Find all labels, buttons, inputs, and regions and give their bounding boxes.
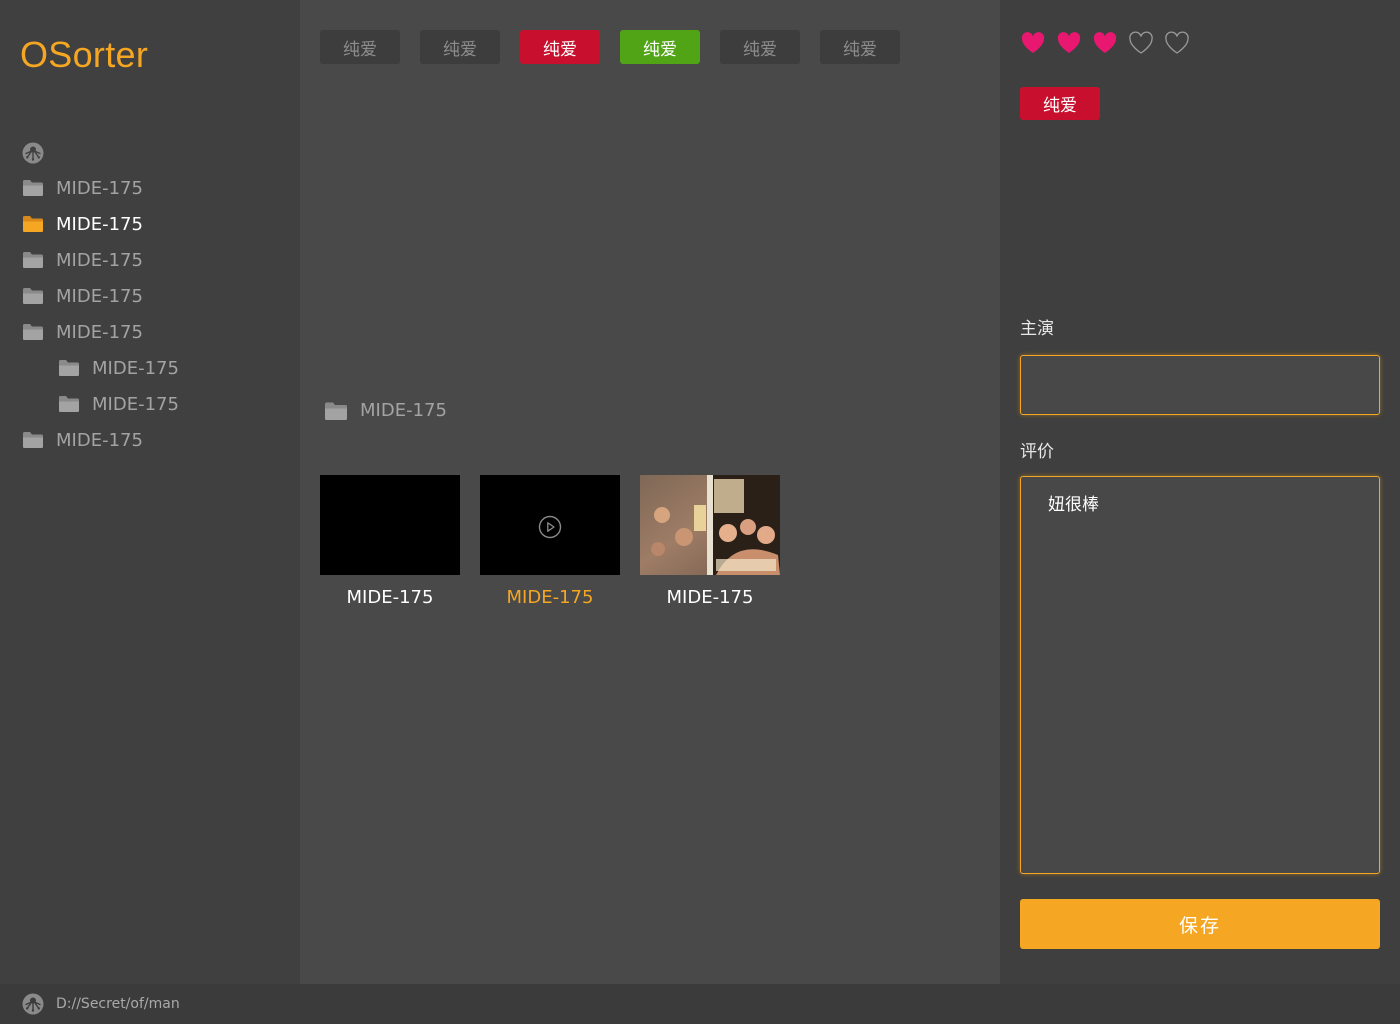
sidebar-folder-item[interactable]: MIDE-175 [0,386,300,422]
tag-filter-bar: 纯爱 纯爱 纯爱 纯爱 纯爱 纯爱 [320,30,900,64]
video-grid: MIDE-175 MIDE-175 MIDE-175 [320,475,780,608]
status-bar: D://Secret/of/man [0,984,1400,1024]
video-title: MIDE-175 [666,587,754,608]
play-icon [538,515,562,539]
sidebar-folder-item[interactable]: MIDE-175 [0,278,300,314]
sidebar: OSorter MIDE-175 MIDE-175 MIDE-175 MIDE-175… [0,0,300,984]
heart-outline-icon[interactable] [1164,31,1190,55]
folder-icon [59,360,79,376]
actor-input[interactable] [1020,355,1380,415]
tag-chip[interactable]: 纯爱 [720,30,800,64]
folder-icon [23,432,43,448]
rating-hearts[interactable] [1020,31,1190,55]
actor-label: 主演 [1020,319,1054,339]
sidebar-folder-label: MIDE-175 [56,321,143,343]
tag-chip[interactable]: 纯爱 [320,30,400,64]
tag-chip[interactable]: 纯爱 [520,30,600,64]
video-title: MIDE-175 [346,587,434,608]
sidebar-folder-item[interactable]: MIDE-175 [0,170,300,206]
sidebar-folder-item[interactable]: MIDE-175 [0,422,300,458]
sidebar-folder-item[interactable]: MIDE-175 [0,314,300,350]
folder-tree: MIDE-175 MIDE-175 MIDE-175 MIDE-175 MIDE-175… [0,134,300,458]
review-textarea[interactable]: 妞很棒 [1020,476,1380,874]
review-label: 评价 [1020,442,1054,462]
sidebar-folder-label: MIDE-175 [56,249,143,271]
video-title: MIDE-175 [506,587,594,608]
heart-outline-icon[interactable] [1128,31,1154,55]
heart-filled-icon[interactable] [1056,31,1082,55]
video-cover-image [640,475,780,575]
current-path: D://Secret/of/man [56,996,180,1012]
subfolder-item[interactable]: MIDE-175 [324,400,447,421]
sidebar-folder-label: MIDE-175 [92,393,179,415]
folder-icon [23,216,43,232]
sidebar-folder-label: MIDE-175 [56,213,143,235]
save-button[interactable]: 保存 [1020,899,1380,949]
sidebar-folder-item[interactable]: MIDE-175 [0,242,300,278]
video-card[interactable]: MIDE-175 [480,475,620,608]
sidebar-folder-item[interactable]: MIDE-175 [0,206,300,242]
sidebar-folder-item[interactable]: MIDE-175 [0,350,300,386]
content-area: 纯爱 纯爱 纯爱 纯爱 纯爱 纯爱 MIDE-175 MIDE-175 MIDE-175 MI… [300,0,1000,984]
video-thumbnail[interactable] [480,475,620,575]
subfolder-label: MIDE-175 [360,400,447,421]
sidebar-folder-label: MIDE-175 [56,177,143,199]
heart-filled-icon[interactable] [1092,31,1118,55]
octopus-icon [22,142,44,164]
selected-tag[interactable]: 纯爱 [1020,87,1100,120]
sidebar-folder-label: MIDE-175 [56,285,143,307]
folder-icon [23,324,43,340]
folder-icon [59,396,79,412]
folder-icon [325,402,347,420]
octopus-icon [22,993,44,1015]
detail-panel: 纯爱 主演 评价 妞很棒 保存 [1000,0,1400,984]
video-card[interactable]: MIDE-175 [640,475,780,608]
tag-chip[interactable]: 纯爱 [420,30,500,64]
sidebar-folder-label: MIDE-175 [92,357,179,379]
sidebar-folder-label: MIDE-175 [56,429,143,451]
tree-root[interactable] [0,134,300,170]
folder-icon [23,252,43,268]
folder-icon [23,288,43,304]
video-thumbnail[interactable] [640,475,780,575]
video-card[interactable]: MIDE-175 [320,475,460,608]
video-thumbnail[interactable] [320,475,460,575]
app-logo: OSorter [20,34,149,75]
tag-chip[interactable]: 纯爱 [820,30,900,64]
heart-filled-icon[interactable] [1020,31,1046,55]
folder-icon [23,180,43,196]
tag-chip[interactable]: 纯爱 [620,30,700,64]
